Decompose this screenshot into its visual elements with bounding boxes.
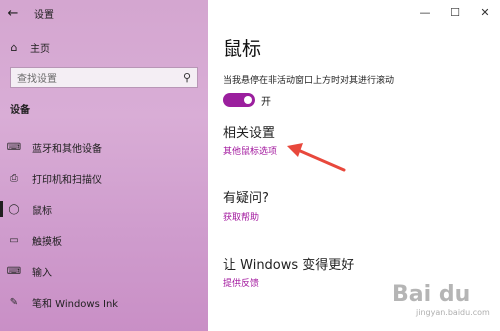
sidebar-item-mouse[interactable]: ◯ 鼠标 — [0, 195, 208, 223]
scroll-inactive-toggle[interactable] — [223, 93, 255, 107]
toggle-knob — [244, 96, 252, 104]
search-placeholder: 查找设置 — [17, 74, 57, 85]
maximize-icon: ☐ — [450, 5, 460, 19]
toggle-state-label: 开 — [261, 97, 271, 108]
arrow-left-icon: ← — [7, 5, 19, 21]
title-bar: ← 设置 — [0, 0, 208, 26]
related-settings-heading: 相关设置 — [223, 126, 276, 141]
sidebar-item-label: 笔和 Windows Ink — [32, 298, 119, 310]
search-input[interactable]: 查找设置 ⚲ — [10, 67, 198, 88]
section-heading-devices: 设备 — [10, 105, 30, 116]
mouse-icon: ◯ — [8, 203, 20, 215]
get-help-link[interactable]: 获取帮助 — [223, 210, 259, 223]
baidu-watermark-url: jingyan.baidu.com — [416, 308, 490, 317]
feedback-link[interactable]: 提供反馈 — [223, 276, 259, 289]
additional-mouse-options-link[interactable]: 其他鼠标选项 — [223, 144, 277, 157]
sidebar-item-label: 输入 — [32, 267, 52, 279]
sidebar-item-label: 触摸板 — [32, 236, 62, 248]
pen-icon: ✎ — [9, 296, 19, 308]
minimize-icon: — — [419, 5, 431, 19]
home-icon: ⌂ — [10, 40, 18, 54]
back-button[interactable]: ← — [0, 0, 26, 26]
sidebar-item-printers[interactable]: ⎙ 打印机和扫描仪 — [0, 164, 208, 192]
window-controls: — ☐ ✕ — [410, 0, 500, 24]
sidebar-item-bluetooth[interactable]: ⌨ 蓝牙和其他设备 — [0, 133, 208, 161]
sidebar-item-typing[interactable]: ⌨ 输入 — [0, 257, 208, 285]
sidebar-item-label: 打印机和扫描仪 — [32, 174, 102, 186]
close-button[interactable]: ✕ — [470, 0, 500, 24]
scroll-inactive-label: 当我悬停在非活动窗口上方时对其进行滚动 — [223, 76, 395, 86]
maximize-button[interactable]: ☐ — [440, 0, 470, 24]
sidebar-item-touchpad[interactable]: ▭ 触摸板 — [0, 226, 208, 254]
bluetooth-devices-icon: ⌨ — [6, 141, 22, 153]
app-title: 设置 — [34, 9, 54, 21]
sidebar: ← 设置 ⌂ 主页 查找设置 ⚲ 设备 ⌨ 蓝牙和其他设备 ⎙ 打印机和扫描仪 … — [0, 0, 208, 331]
sidebar-item-label: 鼠标 — [32, 205, 52, 217]
sidebar-item-label: 主页 — [30, 43, 50, 55]
sidebar-item-pen[interactable]: ✎ 笔和 Windows Ink — [0, 288, 208, 316]
baidu-watermark: Bai du — [392, 282, 471, 307]
printer-icon: ⎙ — [10, 172, 18, 184]
page-title: 鼠标 — [223, 38, 262, 60]
sidebar-item-label: 蓝牙和其他设备 — [32, 143, 102, 155]
question-heading: 有疑问? — [223, 191, 269, 206]
minimize-button[interactable]: — — [410, 0, 440, 24]
search-icon[interactable]: ⚲ — [183, 71, 191, 84]
close-icon: ✕ — [480, 5, 490, 19]
sidebar-item-home[interactable]: ⌂ 主页 — [0, 36, 208, 58]
touchpad-icon: ▭ — [9, 234, 19, 246]
improve-windows-heading: 让 Windows 变得更好 — [223, 258, 355, 273]
keyboard-icon: ⌨ — [6, 265, 22, 277]
